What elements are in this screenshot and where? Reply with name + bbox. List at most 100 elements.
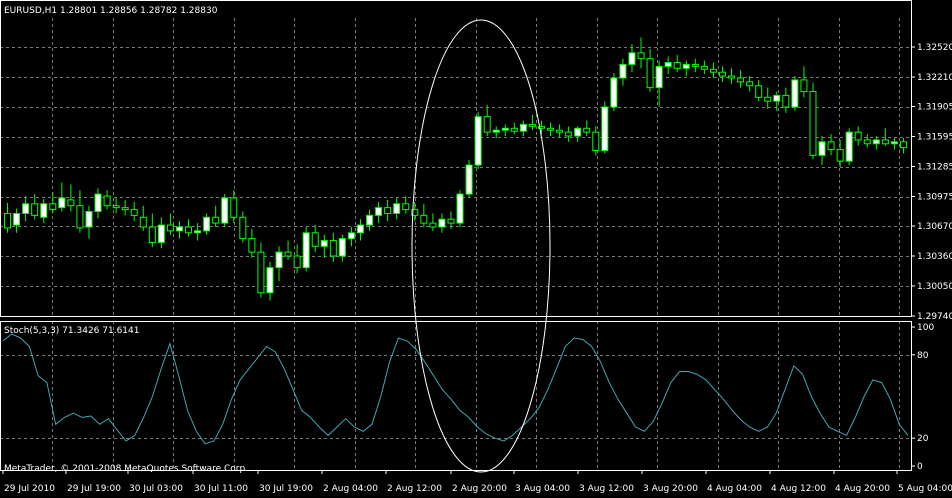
candle-body xyxy=(845,131,853,162)
candle-body xyxy=(275,251,283,269)
time-tick-label: 3 Aug 04:00 xyxy=(515,484,570,494)
time-tick-label: 3 Aug 12:00 xyxy=(579,484,634,494)
candle-body xyxy=(203,216,211,232)
price-tick-label: 1.32210 xyxy=(917,73,952,83)
candle-body xyxy=(664,62,672,67)
price-tick-label: 1.31595 xyxy=(917,133,952,143)
candle-body xyxy=(311,232,319,247)
candle[interactable] xyxy=(474,111,482,169)
candle-body xyxy=(881,139,889,145)
candle[interactable] xyxy=(302,226,310,272)
candle-body xyxy=(31,203,39,216)
price-tick-label: 1.30360 xyxy=(917,252,952,262)
candle-body xyxy=(746,81,754,87)
candle-body xyxy=(682,63,690,69)
time-tick-label: 30 Jul 11:00 xyxy=(194,484,248,494)
candle-body xyxy=(139,216,147,228)
candle-body xyxy=(347,232,355,240)
candle-body xyxy=(194,230,202,234)
candle-body xyxy=(185,226,193,234)
candle-body xyxy=(737,77,745,83)
candle-body xyxy=(492,129,500,133)
candle-body xyxy=(366,214,374,226)
candle-body xyxy=(501,127,509,131)
time-tick-label: 5 Aug 04:00 xyxy=(898,484,952,494)
time-tick-label: 2 Aug 20:00 xyxy=(452,484,507,494)
time-tick-label: 4 Aug 04:00 xyxy=(707,484,762,494)
candle-body xyxy=(646,58,654,89)
price-tick-label: 1.30050 xyxy=(917,282,952,292)
candle-body xyxy=(755,85,763,98)
price-chart-title: EURUSD,H1 1.28801 1.28856 1.28782 1.2883… xyxy=(4,6,218,16)
candle-body xyxy=(293,255,301,269)
candle-body xyxy=(67,199,75,207)
candle-body xyxy=(58,197,66,209)
candle-body xyxy=(284,251,292,257)
candle-body xyxy=(773,94,781,102)
candle-body xyxy=(556,129,564,133)
stochastic-tick-label: 100 xyxy=(917,323,934,333)
candle-body xyxy=(519,123,527,132)
candle-body xyxy=(899,141,907,149)
candle-body xyxy=(121,207,129,211)
candle-body xyxy=(384,207,392,214)
copyright-text: MetaTrader, © 2001-2008 MetaQuotes Softw… xyxy=(4,464,248,474)
candle-body xyxy=(338,238,346,257)
candle-body xyxy=(628,52,636,65)
candle-body xyxy=(429,222,437,228)
candle-body xyxy=(619,63,627,79)
candle-body xyxy=(673,62,681,69)
candle-body xyxy=(818,141,826,156)
candle[interactable] xyxy=(791,76,799,111)
candle-body xyxy=(175,226,183,232)
candle-body xyxy=(592,131,600,152)
candle-body xyxy=(827,141,835,151)
candle[interactable] xyxy=(465,160,473,198)
candle[interactable] xyxy=(456,190,464,227)
candle-body xyxy=(637,52,645,60)
candle-body xyxy=(574,127,582,137)
candle-body xyxy=(447,218,455,224)
candle-body xyxy=(230,197,238,218)
candle-body xyxy=(601,106,609,152)
candle-body xyxy=(438,218,446,228)
candle[interactable] xyxy=(221,194,229,227)
candle[interactable] xyxy=(809,82,817,160)
price-tick-label: 1.31285 xyxy=(917,163,952,173)
candle-body xyxy=(800,79,808,93)
candle-body xyxy=(130,209,138,216)
candle-body xyxy=(212,216,220,224)
candle-body xyxy=(85,211,93,228)
candle[interactable] xyxy=(845,128,853,166)
candle-body xyxy=(103,195,111,207)
stochastic-tick-label: 0 xyxy=(917,462,923,472)
candle[interactable] xyxy=(610,73,618,111)
candle-body xyxy=(890,141,898,145)
price-tick-label: 1.29740 xyxy=(917,312,952,322)
time-tick-label: 30 Jul 03:00 xyxy=(129,484,183,494)
candle-body xyxy=(728,75,736,79)
stochastic-tick-label: 80 xyxy=(917,351,929,361)
chart-canvas[interactable]: 1.32520 1.32210 1.31905 1.31595 1.31285 1.309… xyxy=(0,0,952,494)
candle-body xyxy=(528,123,536,127)
candle-body xyxy=(474,116,482,166)
stochastic-title: Stoch(5,3,3) 71.3426 71.6141 xyxy=(4,326,139,336)
candle-body xyxy=(13,212,21,226)
candle-body xyxy=(510,127,518,132)
metatrader-chart[interactable]: 1.32520 1.32210 1.31905 1.31595 1.31285 1.309… xyxy=(0,0,952,494)
candle-body xyxy=(718,71,726,77)
candle-body xyxy=(112,205,120,209)
time-tick-label: 2 Aug 12:00 xyxy=(387,484,442,494)
time-tick-label: 4 Aug 20:00 xyxy=(835,484,890,494)
time-tick-label: 4 Aug 12:00 xyxy=(771,484,826,494)
candle-body xyxy=(76,205,84,229)
candle-body xyxy=(248,238,256,253)
candle[interactable] xyxy=(601,101,609,154)
candle-body xyxy=(320,240,328,247)
candle-body xyxy=(456,193,464,224)
candle-body xyxy=(221,197,229,224)
candle-body xyxy=(782,94,790,108)
time-tick-label: 3 Aug 20:00 xyxy=(643,484,698,494)
stochastic-tick-label: 20 xyxy=(917,434,929,444)
candle-body xyxy=(166,224,174,232)
